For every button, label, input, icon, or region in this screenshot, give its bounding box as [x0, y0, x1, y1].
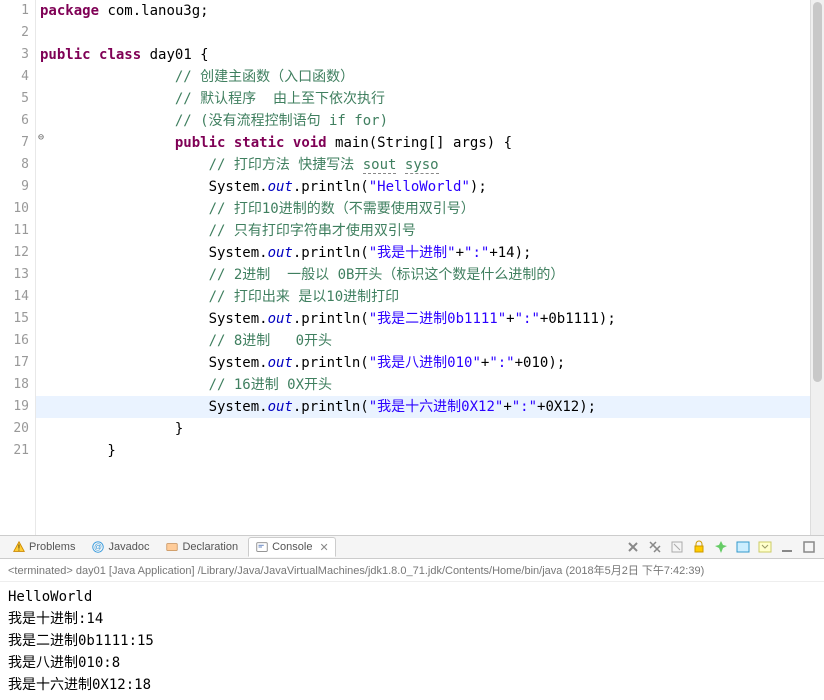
code-line: System.out.println("我是十进制"+":"+14);	[36, 242, 810, 264]
line-number: 6	[0, 110, 29, 132]
remove-launch-button[interactable]	[624, 538, 642, 556]
close-icon[interactable]: ✕	[319, 541, 328, 554]
at-icon: @	[91, 540, 105, 554]
line-number: 15	[0, 308, 29, 330]
tab-problems[interactable]: ! Problems	[6, 538, 81, 556]
line-number: 2	[0, 22, 29, 44]
code-line: public static void main(String[] args) {	[36, 132, 810, 154]
line-number: 11	[0, 220, 29, 242]
tab-label: Javadoc	[108, 541, 149, 553]
line-number: 1	[0, 0, 29, 22]
tab-label: Declaration	[182, 541, 238, 553]
tab-label: Console	[272, 541, 312, 553]
tab-label: Problems	[29, 541, 75, 553]
code-line: System.out.println("我是八进制010"+":"+010);	[36, 352, 810, 374]
warning-icon: !	[12, 540, 26, 554]
code-line: }	[36, 418, 810, 440]
code-editor-area[interactable]: 1 2 3 4 5 6 7 8 9 10 11 12 13 14 15 16 1…	[0, 0, 824, 535]
declaration-icon	[165, 540, 179, 554]
code-line: // 默认程序 由上至下依次执行	[36, 88, 810, 110]
console-line: 我是十六进制0X12:18	[8, 674, 816, 696]
code-line: // 2进制 一般以 0B开头（标识这个数是什么进制的）	[36, 264, 810, 286]
code-line	[36, 22, 810, 44]
code-line: }	[36, 440, 810, 462]
console-line: HelloWorld	[8, 586, 816, 608]
bottom-panel-tabs: ! Problems @ Javadoc Declaration Console…	[0, 535, 824, 559]
line-number: 10	[0, 198, 29, 220]
console-output[interactable]: HelloWorld 我是十进制:14 我是二进制0b1111:15 我是八进制…	[0, 582, 824, 700]
vertical-scrollbar[interactable]	[810, 0, 824, 535]
line-number-gutter: 1 2 3 4 5 6 7 8 9 10 11 12 13 14 15 16 1…	[0, 0, 36, 535]
line-number: 4	[0, 66, 29, 88]
code-line: // (没有流程控制语句 if for)	[36, 110, 810, 132]
scroll-lock-button[interactable]	[690, 538, 708, 556]
tab-console[interactable]: Console ✕	[248, 537, 336, 557]
line-number: 13	[0, 264, 29, 286]
code-line: public class day01 {	[36, 44, 810, 66]
display-selected-button[interactable]	[734, 538, 752, 556]
line-number: 21	[0, 440, 29, 462]
code-line: System.out.println("HelloWorld");	[36, 176, 810, 198]
code-line: // 只有打印字符串才使用双引号	[36, 220, 810, 242]
scrollbar-thumb[interactable]	[813, 2, 822, 382]
line-number: 14	[0, 286, 29, 308]
line-number: 5	[0, 88, 29, 110]
line-number: 3	[0, 44, 29, 66]
code-line: // 打印方法 快捷写法 sout syso	[36, 154, 810, 176]
line-number: 16	[0, 330, 29, 352]
code-line: // 8进制 0开头	[36, 330, 810, 352]
line-number: 19	[0, 396, 29, 418]
code-line: System.out.println("我是二进制0b1111"+":"+0b1…	[36, 308, 810, 330]
pin-console-button[interactable]	[712, 538, 730, 556]
minimize-button[interactable]	[778, 538, 796, 556]
line-number: 17	[0, 352, 29, 374]
code-line: // 打印10进制的数（不需要使用双引号）	[36, 198, 810, 220]
console-icon	[255, 540, 269, 554]
tab-javadoc[interactable]: @ Javadoc	[85, 538, 155, 556]
tab-declaration[interactable]: Declaration	[159, 538, 244, 556]
code-line: // 打印出来 是以10进制打印	[36, 286, 810, 308]
open-console-button[interactable]	[756, 538, 774, 556]
svg-text:@: @	[94, 543, 102, 552]
remove-all-button[interactable]	[646, 538, 664, 556]
console-line: 我是二进制0b1111:15	[8, 630, 816, 652]
line-number: 20	[0, 418, 29, 440]
code-line-current: System.out.println("我是十六进制0X12"+":"+0X12…	[36, 396, 810, 418]
line-number: 9	[0, 176, 29, 198]
code-line: // 16进制 0X开头	[36, 374, 810, 396]
line-number: 7	[0, 132, 29, 154]
console-line: 我是八进制010:8	[8, 652, 816, 674]
console-status-line: <terminated> day01 [Java Application] /L…	[0, 559, 824, 582]
clear-console-button[interactable]	[668, 538, 686, 556]
line-number: 8	[0, 154, 29, 176]
code-line: package com.lanou3g;	[36, 0, 810, 22]
line-number: 12	[0, 242, 29, 264]
line-number: 18	[0, 374, 29, 396]
console-line: 我是十进制:14	[8, 608, 816, 630]
code-line: // 创建主函数（入口函数）	[36, 66, 810, 88]
maximize-button[interactable]	[800, 538, 818, 556]
code-content[interactable]: package com.lanou3g; public class day01 …	[36, 0, 810, 535]
svg-text:!: !	[18, 544, 20, 553]
